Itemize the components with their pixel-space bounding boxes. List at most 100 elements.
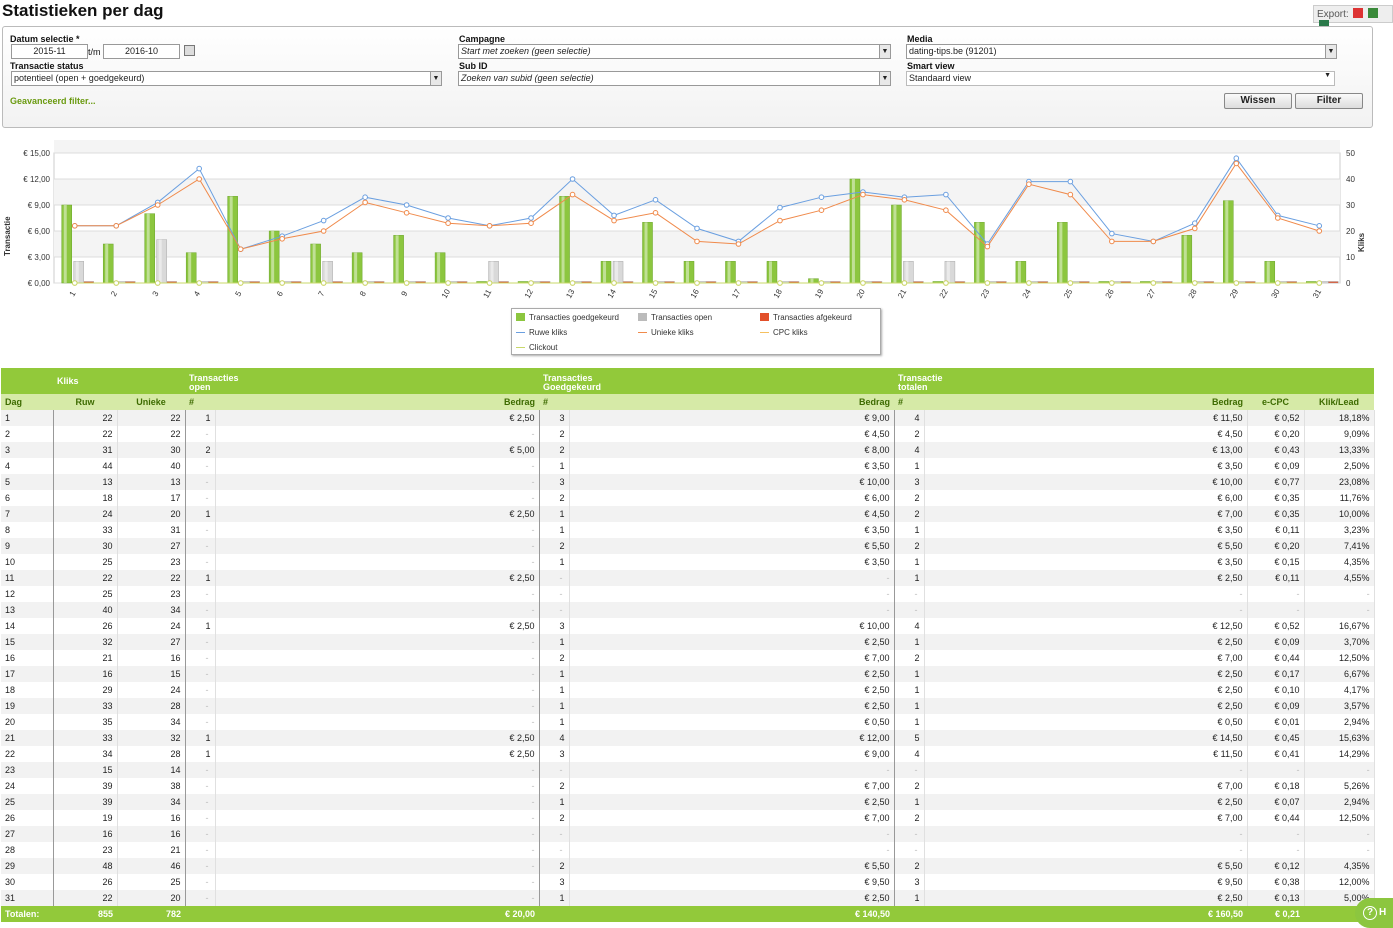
line-point	[196, 165, 202, 172]
table-cell: 17	[1, 666, 54, 682]
table-cell: -	[215, 682, 540, 698]
advanced-filter-link[interactable]: Geavanceerd filter...	[10, 96, 96, 106]
column-header-3[interactable]: #	[185, 394, 216, 410]
line-point	[1067, 178, 1074, 185]
table-cell: 2	[539, 426, 570, 442]
table-cell: € 11,50	[924, 410, 1248, 426]
table-cell: € 2,50	[215, 746, 540, 762]
table-cell: € 0,10	[1247, 682, 1305, 698]
subid-select[interactable]: Zoeken van subid (geen selectie) ▼	[458, 71, 891, 86]
line-icon	[638, 332, 647, 333]
column-header-10[interactable]: Klik/Lead	[1304, 394, 1375, 410]
bar-highlight	[851, 179, 855, 283]
table-cell: 24	[1, 778, 54, 794]
table-cell: 28	[117, 698, 186, 714]
filter-button[interactable]: Filter	[1295, 93, 1363, 109]
filter-panel: Datum selectie * 2015-11 t/m 2016-10 Tra…	[2, 26, 1373, 128]
table-cell: € 8,00	[569, 442, 895, 458]
table-cell: 15	[1, 634, 54, 650]
x-tick-label: 27	[1145, 287, 1158, 300]
table-cell: € 10,00	[924, 474, 1248, 490]
date-to-input[interactable]: 2016-10	[103, 44, 180, 59]
wissen-button[interactable]: Wissen	[1224, 93, 1292, 109]
table-cell: € 2,50	[924, 698, 1248, 714]
table-cell: -	[215, 874, 540, 890]
table-cell: 23,08%	[1304, 474, 1375, 490]
legend-item-cpc[interactable]: CPC kliks	[760, 328, 808, 337]
legend-item-open[interactable]: Transacties open	[638, 313, 712, 322]
table-cell: 1	[539, 698, 570, 714]
table-cell: 22	[53, 570, 118, 586]
x-tick-label: 25	[1062, 287, 1075, 300]
line-point	[943, 191, 949, 198]
table-cell: 13,33%	[1304, 442, 1375, 458]
media-select[interactable]: dating-tips.be (91201) ▼	[906, 44, 1337, 59]
table-cell: € 0,13	[1247, 890, 1305, 906]
table-cell: 12,00%	[1304, 874, 1375, 890]
line-point	[652, 197, 659, 203]
table-cell: 3	[539, 874, 570, 890]
x-tick-label: 9	[399, 289, 409, 298]
column-header-4[interactable]: Bedrag	[215, 394, 540, 410]
x-tick-label: 10	[440, 287, 453, 300]
table-cell: -	[1247, 842, 1305, 858]
legend-item-ruwe[interactable]: Ruwe kliks	[516, 328, 567, 337]
media-value: dating-tips.be (91201)	[909, 46, 997, 56]
group-totalen: Transactie totalen	[894, 368, 1375, 394]
table-cell: € 9,50	[924, 874, 1248, 890]
table-cell: -	[185, 714, 216, 730]
table-row: 31 22 20- -1 € 2,50 1 € 2,50 € 0,13 5,00%	[1, 890, 1375, 906]
table-cell: -	[185, 490, 216, 506]
line-point	[1109, 238, 1115, 245]
line-point	[1233, 280, 1240, 286]
column-header-6[interactable]: Bedrag	[569, 394, 895, 410]
x-tick-label: 20	[855, 287, 868, 300]
table-cell: 38	[117, 778, 186, 794]
table-row: 9 30 27- -2 € 5,50 2 € 5,50 € 0,20 7,41%	[1, 538, 1375, 554]
line-point	[154, 202, 161, 208]
table-cell: 26	[1, 810, 54, 826]
column-header-8[interactable]: Bedrag	[924, 394, 1248, 410]
table-cell: 32	[53, 634, 118, 650]
table-cell: € 5,50	[924, 538, 1248, 554]
legend-item-goedgekeurd[interactable]: Transacties goedgekeurd	[516, 313, 619, 322]
column-header-7[interactable]: #	[894, 394, 925, 410]
table-cell: € 0,09	[1247, 458, 1305, 474]
x-tick-label: 2	[109, 289, 119, 298]
line-point	[777, 204, 783, 211]
legend-item-afgekeurd[interactable]: Transacties afgekeurd	[760, 313, 852, 322]
chart-legend: Transacties goedgekeurd Transacties open…	[511, 308, 881, 355]
date-from-input[interactable]: 2015-11	[11, 44, 88, 59]
table-cell: 20	[1, 714, 54, 730]
calendar-icon[interactable]	[184, 45, 195, 56]
line-point	[1233, 160, 1240, 167]
table-cell: 9	[1, 538, 54, 554]
table-cell: 24	[117, 682, 186, 698]
legend-item-unieke[interactable]: Unieke kliks	[638, 328, 694, 337]
smartview-label: Smart view	[907, 61, 955, 71]
table-cell: 15	[53, 762, 118, 778]
table-cell: 25	[1, 794, 54, 810]
help-button[interactable]: ? H	[1355, 898, 1393, 928]
totals-cell: 855	[53, 906, 117, 922]
smartview-select[interactable]: Standaard view ▼	[906, 71, 1335, 86]
table-cell: 27	[1, 826, 54, 842]
status-select[interactable]: potentieel (open + goedgekeurd) ▼	[11, 71, 442, 86]
column-header-9[interactable]: e-CPC	[1247, 394, 1305, 410]
column-header-5[interactable]: #	[539, 394, 570, 410]
column-header-1[interactable]: Ruw	[53, 394, 117, 410]
legend-item-clickout[interactable]: Clickout	[516, 343, 557, 352]
table-cell: -	[215, 890, 540, 906]
column-header-0[interactable]: Dag	[1, 394, 53, 410]
table-cell: € 2,50	[215, 570, 540, 586]
table-cell: 1	[894, 698, 925, 714]
pdf-icon[interactable]	[1353, 8, 1364, 18]
excel-icon[interactable]	[1368, 8, 1379, 18]
campagne-select[interactable]: Start met zoeken (geen selectie) ▼	[458, 44, 891, 59]
table-cell: 4	[894, 618, 925, 634]
line-point	[445, 280, 451, 286]
table-cell: € 0,52	[1247, 618, 1305, 634]
line-point	[237, 246, 244, 252]
column-header-2[interactable]: Unieke	[117, 394, 186, 410]
bar-highlight	[158, 239, 162, 283]
